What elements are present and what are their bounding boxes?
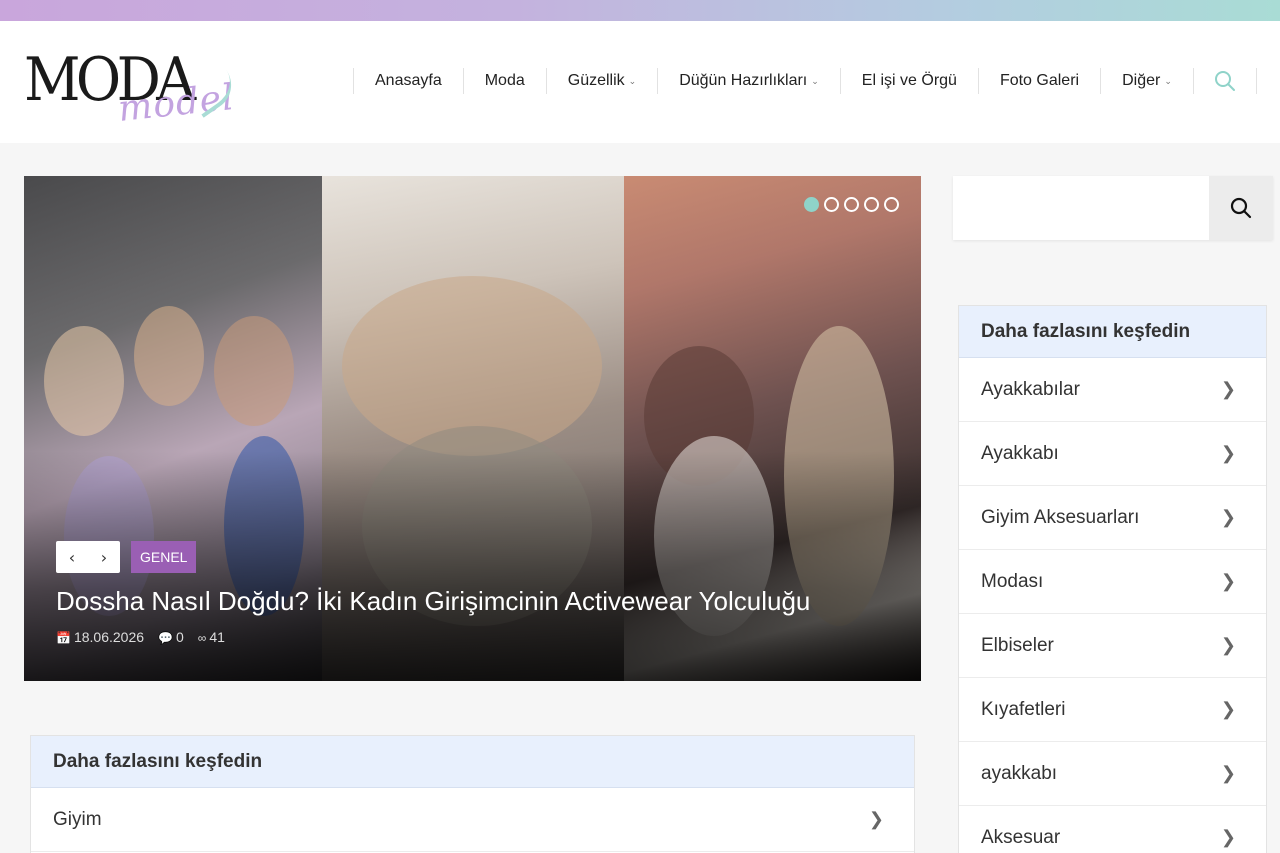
discover-item[interactable]: Aksesuar ❯ [959,806,1266,853]
sidebar-search-input[interactable] [953,176,1209,240]
nav-item-anasayfa[interactable]: Anasayfa [353,68,463,94]
discover-item[interactable]: Giyim Aksesuarları ❯ [959,486,1266,550]
site-logo[interactable]: MODA model [24,41,244,131]
discover-item-label: Modası [981,570,1044,592]
nav-label: Moda [484,72,525,89]
chevron-right-icon: ❯ [1220,699,1236,719]
chevron-right-icon: ❯ [1220,379,1236,399]
nav-item-moda[interactable]: Moda [462,68,546,94]
nav-item-foto-galeri[interactable]: Foto Galeri [977,68,1100,94]
sidebar-discover-box: Daha fazlasını keşfedin Ayakkabılar ❯ Aya… [958,305,1267,853]
discover-item-label: Aksesuar [981,826,1061,848]
nav-item-guzellik[interactable]: Güzellik ⌄ [545,68,657,94]
discover-item-label: Giyim Aksesuarları [981,506,1140,528]
slider-arrows: ‹ › [56,541,120,573]
chevron-right-icon: ❯ [1220,635,1236,655]
views-meta: ∞ 41 [198,629,225,645]
nav-item-dugun-hazirliklari[interactable]: Düğün Hazırlıkları ⌄ [657,68,840,94]
site-header: MODA model Anasayfa Moda Güzellik ⌄ Düğün… [0,21,1280,143]
chevron-right-icon: ❯ [1220,443,1236,463]
discover-item[interactable]: ayakkabı ❯ [959,742,1266,806]
chevron-down-icon: ⌄ [1164,75,1172,86]
main-nav: Anasayfa Moda Güzellik ⌄ Düğün Hazırlıkla… [353,68,1257,94]
chevron-down-icon: ⌄ [811,75,819,86]
discover-item-label: ayakkabı [981,762,1058,784]
discover-item-label: Elbiseler [981,634,1054,656]
main-discover-box: Daha fazlasını keşfedin Giyim ❯ [30,735,915,853]
chevron-right-icon: ❯ [1220,763,1236,783]
sidebar-search-button[interactable] [1209,176,1273,240]
slider-dot[interactable] [804,197,819,212]
nav-label: Diğer [1122,72,1161,89]
comment-icon: 💬 [158,631,173,645]
date-meta: 📅 18.06.2026 [56,629,144,645]
discover-item[interactable]: Ayakkabı ❯ [959,422,1266,486]
nav-label: Düğün Hazırlıkları [679,72,808,89]
discover-title: Daha fazlasını keşfedin [959,306,1266,358]
chevron-right-icon: ❯ [1220,571,1236,591]
search-icon [1214,71,1235,91]
top-gradient-strip [0,0,1280,21]
slider-dot[interactable] [844,197,859,212]
chevron-left-icon: ‹ [68,547,76,567]
nav-label: Anasayfa [375,72,442,89]
slider-dot[interactable] [864,197,879,212]
slider-pagination [804,197,899,212]
prev-slide-button[interactable]: ‹ [56,541,88,573]
category-badge[interactable]: GENEL [131,541,197,573]
discover-title: Daha fazlasını keşfedin [31,736,914,788]
sidebar-search [953,176,1273,240]
chevron-right-icon: ❯ [1220,827,1236,847]
next-slide-button[interactable]: › [88,541,120,573]
view-count: 41 [209,629,225,645]
comment-count: 0 [175,629,184,645]
chevron-down-icon: ⌄ [628,75,637,86]
glasses-icon: ∞ [197,631,207,645]
chevron-right-icon: ❯ [1220,507,1236,527]
nav-search-button[interactable] [1192,68,1257,94]
discover-item[interactable]: Modası ❯ [959,550,1266,614]
discover-item[interactable]: Ayakkabılar ❯ [959,358,1266,422]
nav-label: Güzellik [567,72,625,89]
nav-item-diger[interactable]: Diğer ⌄ [1100,68,1193,94]
discover-item-label: Ayakkabı [981,442,1059,464]
discover-item[interactable]: Giyim ❯ [31,788,914,852]
slider-dot[interactable] [884,197,899,212]
nav-item-el-isi[interactable]: El işi ve Örgü [839,68,978,94]
slide-meta: 📅 18.06.2026 💬 0 ∞ 41 [56,629,225,645]
nav-label: Foto Galeri [999,72,1080,89]
discover-item[interactable]: Elbiseler ❯ [959,614,1266,678]
post-date: 18.06.2026 [73,629,145,645]
chevron-right-icon: › [100,547,108,567]
featured-slider[interactable]: ‹ › GENEL Dossha Nasıl Doğdu? İki Kadın … [24,176,921,681]
search-icon [1230,197,1252,219]
calendar-icon: 📅 [56,631,71,645]
discover-item[interactable]: Kıyafetleri ❯ [959,678,1266,742]
chevron-right-icon: ❯ [868,809,884,829]
discover-item-label: Ayakkabılar [981,378,1080,400]
comments-meta: 💬 0 [158,629,184,645]
discover-item-label: Giyim [53,808,102,830]
nav-label: El işi ve Örgü [861,72,957,89]
slider-dot[interactable] [824,197,839,212]
discover-item-label: Kıyafetleri [981,698,1066,720]
slide-title[interactable]: Dossha Nasıl Doğdu? İki Kadın Girişimcin… [56,586,810,617]
